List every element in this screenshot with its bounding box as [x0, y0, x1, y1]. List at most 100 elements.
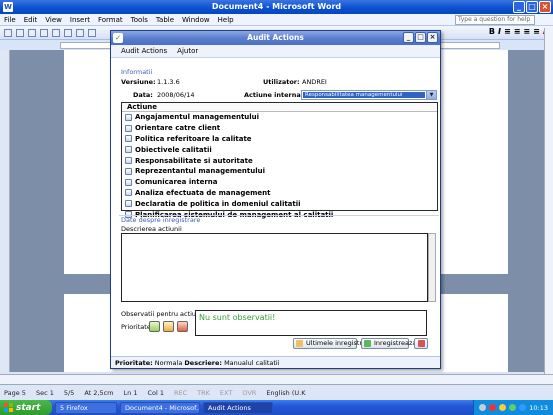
status-trk[interactable]: TRK	[197, 389, 210, 397]
section-informatii: Informatii	[121, 68, 153, 76]
menu-audit-actions[interactable]: Audit Actions	[121, 47, 167, 55]
maximize-icon[interactable]: □	[526, 1, 538, 13]
date-value: 2008/06/14	[157, 91, 195, 99]
list-item[interactable]: Comunicarea interna	[122, 177, 437, 188]
menu-format[interactable]: Format	[98, 16, 123, 24]
dialog-menubar: Audit Actions Ajutor	[111, 45, 440, 58]
minimize-icon[interactable]: _	[403, 32, 414, 43]
tray-icon[interactable]	[499, 404, 507, 411]
menu-view[interactable]: View	[45, 16, 62, 24]
user-value: ANDREI	[302, 78, 327, 86]
status-priority-label: Prioritate:	[115, 359, 153, 367]
menu-window[interactable]: Window	[182, 16, 210, 24]
save-button[interactable]: Inregistreaza	[361, 338, 416, 349]
list-item[interactable]: Angajamentul managementului	[122, 112, 437, 123]
tray-icon[interactable]	[479, 404, 487, 411]
taskbar-word[interactable]: Document4 - Microsof...	[120, 401, 200, 414]
list-item[interactable]: Analiza efectuata de management	[122, 188, 437, 199]
start-button[interactable]: start	[0, 400, 52, 415]
document-icon	[125, 135, 132, 143]
word-statusbar: Page 5 Sec 1 5/5 At 2,5cm Ln 1 Col 1 REC…	[0, 384, 553, 400]
status-ln: Ln 1	[123, 388, 138, 397]
tray-icon[interactable]	[489, 404, 497, 411]
tray-icon[interactable]	[519, 404, 527, 411]
last-records-button[interactable]: Ultimele inregistrari	[293, 338, 371, 349]
permission-icon[interactable]	[40, 29, 48, 37]
dialog-title: Audit Actions	[247, 33, 304, 42]
word-title-text: Document4 - Microsoft Word	[211, 2, 342, 11]
list-item[interactable]: Obiectivele calitatii	[122, 144, 437, 155]
list-item[interactable]: Politica referitoare la calitate	[122, 134, 437, 145]
status-description-value: Manualul calitatii	[224, 359, 280, 367]
actions-list-header[interactable]: Actiune	[122, 103, 437, 112]
status-page: Page 5	[4, 388, 26, 397]
word-titlebar: W Document4 - Microsoft Word _ □ ×	[0, 0, 553, 14]
audit-actions-dialog: ✓ Audit Actions _ □ × Audit Actions Ajut…	[110, 30, 441, 369]
status-ext[interactable]: EXT	[220, 389, 232, 397]
status-ovr[interactable]: OVR	[242, 389, 256, 397]
maximize-icon[interactable]: □	[415, 32, 426, 43]
menu-ajutor[interactable]: Ajutor	[177, 47, 198, 55]
section-registration: Date despre inregistrare	[121, 216, 201, 224]
minimize-icon[interactable]: _	[513, 1, 525, 13]
list-item[interactable]: Reprezentantul managementului	[122, 166, 437, 177]
cancel-button[interactable]	[414, 338, 428, 349]
bold-button[interactable]: B	[489, 27, 495, 36]
menu-tools[interactable]: Tools	[131, 16, 148, 24]
document-icon	[125, 167, 132, 175]
italic-button[interactable]: I	[498, 27, 501, 36]
start-label: start	[16, 402, 41, 413]
save-icon[interactable]	[28, 29, 36, 37]
align-left-icon[interactable]: ≡	[504, 27, 511, 36]
internal-action-label: Actiune interna:	[244, 91, 304, 99]
dialog-titlebar: ✓ Audit Actions _ □ ×	[111, 31, 440, 45]
chevron-down-icon[interactable]: ▼	[426, 91, 436, 99]
close-icon[interactable]: ×	[539, 1, 551, 13]
menu-file[interactable]: File	[4, 16, 16, 24]
horizontal-scrollbar[interactable]	[0, 374, 553, 384]
close-icon[interactable]: ×	[427, 32, 438, 43]
print-icon[interactable]	[64, 29, 72, 37]
vertical-ruler	[0, 50, 10, 372]
status-description-label: Descriere:	[184, 359, 222, 367]
vertical-scrollbar[interactable]	[544, 28, 553, 374]
justify-icon[interactable]: ≡	[533, 27, 540, 36]
status-col: Col 1	[147, 388, 164, 397]
status-rec[interactable]: REC	[174, 389, 187, 397]
menu-edit[interactable]: Edit	[24, 16, 38, 24]
date-label: Data:	[133, 91, 153, 99]
description-scrollbar[interactable]	[428, 233, 436, 302]
priority-normal-button[interactable]	[163, 321, 174, 332]
list-item[interactable]: Orientare catre client	[122, 123, 437, 134]
internal-action-value: Responsabilitatea managementului	[303, 92, 425, 98]
taskbar-firefox[interactable]: 5 Firefox	[55, 401, 117, 414]
taskbar-audit-actions[interactable]: Audit Actions	[203, 401, 273, 414]
email-icon[interactable]	[52, 29, 60, 37]
system-tray: 10:13	[473, 400, 553, 415]
priority-high-button[interactable]	[177, 321, 188, 332]
align-center-icon[interactable]: ≡	[514, 27, 521, 36]
priority-low-button[interactable]	[149, 321, 160, 332]
app-icon: ✓	[113, 33, 123, 43]
tray-icon[interactable]	[509, 404, 517, 411]
windows-logo-icon	[4, 403, 13, 412]
menu-insert[interactable]: Insert	[70, 16, 90, 24]
menu-table[interactable]: Table	[156, 16, 174, 24]
observations-textarea[interactable]: Nu sunt observatii!	[195, 310, 427, 336]
user-label: Utilizator:	[263, 78, 300, 86]
open-icon[interactable]	[16, 29, 24, 37]
help-search-input[interactable]: Type a question for help	[455, 15, 535, 25]
menu-help[interactable]: Help	[218, 16, 234, 24]
print-preview-icon[interactable]	[76, 29, 84, 37]
internal-action-select[interactable]: Responsabilitatea managementului ▼	[301, 90, 437, 100]
actions-list[interactable]: Actiune Angajamentul managementului Orie…	[121, 102, 438, 219]
document-icon	[125, 189, 132, 197]
history-icon	[296, 340, 303, 347]
spelling-icon[interactable]	[88, 29, 96, 37]
align-right-icon[interactable]: ≡	[523, 27, 530, 36]
list-item[interactable]: Declaratia de politica in domeniul calit…	[122, 198, 437, 209]
document-icon	[125, 124, 132, 132]
new-icon[interactable]	[4, 29, 12, 37]
list-item[interactable]: Responsabilitate si autoritate	[122, 155, 437, 166]
description-textarea[interactable]	[121, 233, 428, 302]
